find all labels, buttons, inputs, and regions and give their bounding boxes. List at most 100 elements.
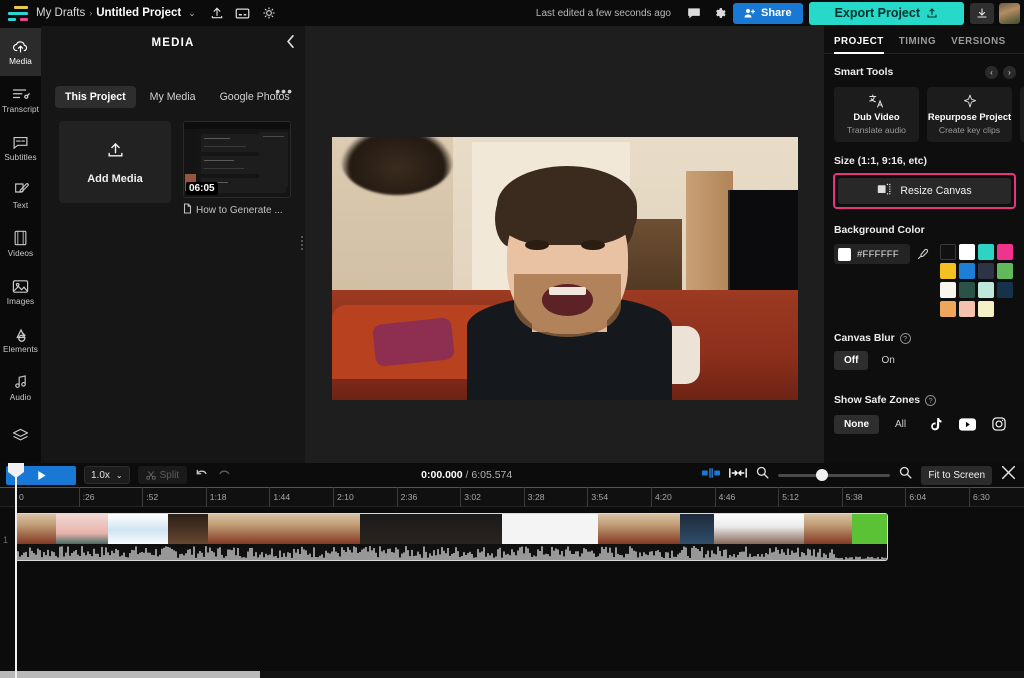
canvas-blur-on[interactable]: On: [871, 351, 904, 370]
color-swatch[interactable]: [959, 244, 975, 260]
safe-zone-none[interactable]: None: [834, 415, 879, 434]
snap-icon[interactable]: [702, 466, 720, 484]
elements-icon: [12, 327, 30, 342]
breadcrumb-my-drafts[interactable]: My Drafts: [36, 7, 85, 19]
sidebar-item-elements[interactable]: Elements: [0, 316, 41, 364]
sidebar-item-audio[interactable]: Audio: [0, 364, 41, 412]
sidebar-item-images[interactable]: Images: [0, 268, 41, 316]
color-swatch[interactable]: [940, 301, 956, 317]
playback-speed-selector[interactable]: 1.0x ⌄: [84, 466, 130, 484]
horizontal-scrollbar-thumb[interactable]: [0, 671, 260, 678]
clip-thumbnail: [108, 514, 168, 546]
redo-button[interactable]: [217, 466, 231, 484]
chevron-left-icon[interactable]: [286, 35, 295, 51]
tab-this-project[interactable]: This Project: [55, 86, 136, 108]
play-icon: [35, 469, 48, 482]
clip-thumbnail: [168, 514, 208, 546]
zoom-in-icon[interactable]: [899, 466, 912, 484]
ruler-tick: 5:12: [778, 487, 799, 507]
color-swatch[interactable]: [978, 301, 994, 317]
timeline-ruler[interactable]: 0:26:521:181:442:102:363:023:283:544:204…: [0, 487, 1024, 507]
chevron-left-icon[interactable]: ‹: [985, 66, 998, 79]
sidebar-item-media[interactable]: Media: [0, 28, 41, 76]
color-swatch[interactable]: [997, 263, 1013, 279]
fit-clips-icon[interactable]: [729, 466, 747, 484]
color-swatch[interactable]: [978, 263, 994, 279]
video-preview[interactable]: [332, 137, 798, 400]
zoom-slider[interactable]: [778, 474, 890, 477]
media-item[interactable]: 06:05 How to Generate ...: [183, 121, 291, 217]
smart-tool-partial[interactable]: O: [1020, 87, 1024, 142]
tab-my-media[interactable]: My Media: [140, 86, 206, 108]
sidebar-item-text[interactable]: Text: [0, 172, 41, 220]
resize-canvas-button[interactable]: Resize Canvas: [838, 178, 1011, 204]
clip-thumbnail: [714, 514, 804, 546]
sidebar-item-transcript[interactable]: Transcript: [0, 76, 41, 124]
timeline: 1.0x ⌄ Split 0:00.000 / 6:05.574: [0, 463, 1024, 678]
gear-icon[interactable]: [707, 2, 733, 24]
zoom-out-icon[interactable]: [756, 466, 769, 484]
more-options-icon[interactable]: •••: [275, 88, 293, 94]
safe-zone-all[interactable]: All: [885, 415, 916, 434]
split-button[interactable]: Split: [138, 466, 187, 484]
ruler-tick: 1:18: [206, 487, 227, 507]
resize-canvas-highlight: Resize Canvas: [833, 173, 1016, 209]
fit-to-screen-button[interactable]: Fit to Screen: [921, 466, 992, 485]
smart-tool-dub-video[interactable]: Dub Video Translate audio: [834, 87, 919, 142]
tab-project[interactable]: PROJECT: [834, 36, 884, 54]
color-swatch[interactable]: [978, 282, 994, 298]
youtube-icon[interactable]: [954, 413, 980, 435]
clip-thumbnail: [536, 514, 564, 546]
tiktok-icon[interactable]: [922, 413, 948, 435]
color-swatch[interactable]: [959, 301, 975, 317]
upload-icon[interactable]: [204, 2, 230, 24]
playhead[interactable]: [15, 463, 17, 678]
color-swatch[interactable]: [940, 244, 956, 260]
sidebar-item-layers[interactable]: [0, 412, 41, 460]
color-swatch[interactable]: [978, 244, 994, 260]
undo-button[interactable]: [195, 466, 209, 484]
sidebar-item-label: Videos: [8, 249, 34, 258]
video-clip[interactable]: [15, 513, 888, 561]
smart-tool-repurpose-project[interactable]: Repurpose Project Create key clips: [927, 87, 1012, 142]
color-swatch[interactable]: [959, 263, 975, 279]
color-swatch[interactable]: [997, 282, 1013, 298]
sidebar-item-label: Text: [13, 201, 28, 210]
smart-tool-subtitle: Create key clips: [939, 125, 1000, 135]
add-media-button[interactable]: Add Media: [59, 121, 171, 203]
horizontal-scrollbar-track[interactable]: [0, 671, 1024, 678]
captions-icon[interactable]: [230, 2, 256, 24]
tab-versions[interactable]: VERSIONS: [951, 36, 1006, 54]
color-swatch[interactable]: [997, 244, 1013, 260]
eyedropper-icon[interactable]: [917, 247, 929, 265]
tab-timing[interactable]: TIMING: [899, 36, 936, 54]
share-button[interactable]: Share: [733, 3, 803, 24]
color-swatch[interactable]: [959, 282, 975, 298]
zoom-slider-handle[interactable]: [816, 469, 828, 481]
avatar[interactable]: [999, 3, 1020, 24]
lightbulb-icon[interactable]: [256, 2, 282, 24]
color-swatch[interactable]: [940, 282, 956, 298]
sidebar-item-subtitles[interactable]: Subtitles: [0, 124, 41, 172]
instagram-icon[interactable]: [986, 413, 1012, 435]
download-button[interactable]: [970, 3, 994, 24]
sidebar-item-videos[interactable]: Videos: [0, 220, 41, 268]
clip-thumbnail: [804, 514, 852, 546]
help-icon[interactable]: ?: [900, 333, 911, 344]
share-label: Share: [761, 7, 792, 19]
film-icon: [13, 230, 28, 246]
chevron-down-icon[interactable]: ⌄: [188, 8, 196, 19]
close-icon[interactable]: [1001, 465, 1016, 485]
export-project-button[interactable]: Export Project: [809, 2, 964, 25]
help-icon[interactable]: ?: [925, 395, 936, 406]
canvas-blur-text: Canvas Blur: [834, 333, 895, 344]
app-logo[interactable]: [8, 6, 28, 21]
background-hex-field[interactable]: #FFFFFF: [834, 244, 910, 264]
translate-icon: [869, 94, 884, 108]
canvas-blur-off[interactable]: Off: [834, 351, 868, 370]
chevron-right-icon[interactable]: ›: [1003, 66, 1016, 79]
color-swatch[interactable]: [940, 263, 956, 279]
project-title[interactable]: Untitled Project: [96, 7, 181, 19]
media-thumbnail[interactable]: 06:05: [183, 121, 291, 198]
comment-icon[interactable]: [681, 2, 707, 24]
